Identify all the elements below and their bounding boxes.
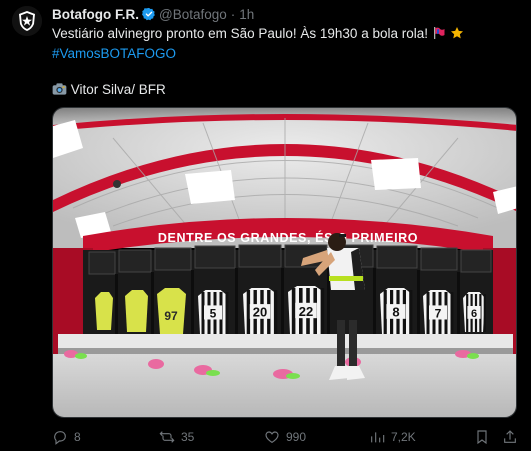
tweet-text: Vestiário alvinegro pronto em São Paulo!…: [52, 25, 522, 63]
jersey-number: 20: [253, 305, 267, 320]
tweet-actions: 8 35 990 7,2K: [52, 428, 522, 446]
author-name[interactable]: Botafogo F.R.: [52, 7, 139, 22]
tweet[interactable]: Botafogo F.R. @Botafogo · 1h Vestiário a…: [0, 0, 531, 451]
like-icon: [265, 431, 279, 443]
jersey: 8: [380, 288, 413, 334]
share-icon: [504, 430, 516, 443]
jersey: 22: [288, 286, 325, 334]
jersey-number: 6: [471, 308, 477, 320]
photo-credit: Vitor Silva/ BFR: [52, 81, 522, 101]
banner-text: DENTRE OS GRANDES, ÉS O PRIMEIRO: [158, 230, 418, 245]
verified-badge-icon: [142, 7, 156, 21]
jersey: 5: [198, 290, 229, 334]
camera-emoji-icon: [52, 82, 67, 101]
svg-text:97: 97: [164, 309, 178, 323]
avatar[interactable]: [12, 6, 42, 36]
reply-count: 8: [74, 430, 81, 444]
views-icon: [371, 432, 385, 443]
locker-room-photo: DENTRE OS GRANDES, ÉS O PRIMEIRO 97 5 20…: [53, 108, 516, 417]
photo-credit-text: Vitor Silva/ BFR: [70, 82, 166, 97]
jersey-number: 8: [392, 305, 399, 320]
repost-button[interactable]: 35: [159, 428, 194, 446]
separator-dot: ·: [230, 6, 236, 22]
jersey-number: 22: [299, 304, 313, 319]
bookmark-button[interactable]: [474, 428, 490, 446]
views-button[interactable]: 7,2K: [369, 428, 416, 446]
reply-button[interactable]: 8: [52, 428, 81, 446]
hashtag-link[interactable]: #VamosBOTAFOGO: [52, 46, 176, 61]
tweet-content: Botafogo F.R. @Botafogo · 1h Vestiário a…: [52, 6, 522, 101]
author-handle[interactable]: @Botafogo: [159, 7, 227, 22]
jersey: 7: [423, 290, 454, 334]
reply-icon: [54, 431, 66, 445]
botafogo-crest-icon: [12, 6, 42, 36]
flag-emoji-icon: [432, 26, 446, 45]
share-button[interactable]: [502, 428, 518, 446]
repost-count: 35: [181, 430, 195, 444]
like-count: 990: [286, 430, 307, 444]
bookmark-icon: [477, 430, 487, 445]
star-emoji-icon: [450, 26, 464, 45]
repost-icon: [159, 431, 175, 443]
tweet-header: Botafogo F.R. @Botafogo · 1h: [52, 6, 522, 22]
like-button[interactable]: 990: [264, 428, 306, 446]
jersey-number: 5: [210, 306, 217, 320]
jersey-number: 7: [435, 306, 442, 320]
tweet-body: Vestiário alvinegro pronto em São Paulo!…: [52, 26, 428, 41]
jersey: 20: [243, 288, 278, 334]
tweet-image[interactable]: DENTRE OS GRANDES, ÉS O PRIMEIRO 97 5 20…: [52, 107, 517, 418]
view-count: 7,2K: [391, 430, 416, 444]
timestamp[interactable]: 1h: [239, 7, 254, 22]
jersey: 6: [463, 292, 486, 332]
